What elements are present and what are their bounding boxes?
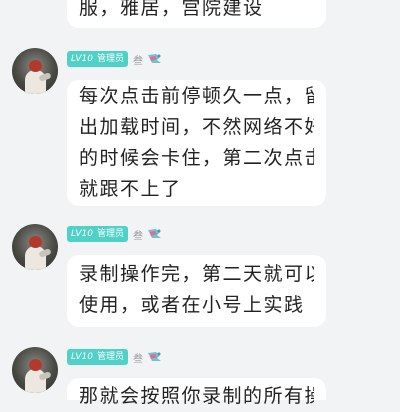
badge-role: 管理员 xyxy=(96,229,124,239)
avatar[interactable] xyxy=(12,347,58,393)
avatar[interactable] xyxy=(12,224,58,270)
message-meta: LV10 管理员 叁 xyxy=(67,349,163,365)
message-line: 的时候会卡住，第二次点击 xyxy=(79,147,314,169)
level-badge: LV10 管理员 xyxy=(67,226,128,242)
message-bubble[interactable]: 每次点击前停顿久一点，留 出加载时间，不然网络不好 的时候会卡住，第二次点击 就… xyxy=(67,80,326,206)
message-line: 每次点击前停顿久一点，留 xyxy=(79,85,314,107)
message-line: 那就会按照你录制的所有操 xyxy=(79,385,314,407)
message-bubble[interactable]: 那就会按照你录制的所有操 xyxy=(67,378,326,407)
message-line: 使用，或者在小号上实践 xyxy=(79,294,305,316)
level-badge: LV10 管理员 xyxy=(67,51,128,67)
message-line: 就跟不上了 xyxy=(79,178,182,200)
badge-role: 管理员 xyxy=(96,352,124,362)
chat-area[interactable]: 服，雅居，宫院建设 LV10 管理员 叁 每次点击前停顿久一点，留 出加载时间，… xyxy=(0,0,400,407)
level-badge: LV10 管理员 xyxy=(67,349,128,365)
badge-level: LV10 xyxy=(71,352,93,362)
message-bubble[interactable]: 服，雅居，宫院建设 xyxy=(67,0,326,28)
badge-level: LV10 xyxy=(71,54,93,64)
flag-icon xyxy=(147,228,163,240)
badge-role: 管理员 xyxy=(96,54,124,64)
message-bubble[interactable]: 录制操作完，第二天就可以 使用，或者在小号上实践 xyxy=(67,255,326,327)
flag-icon xyxy=(147,351,163,363)
message-meta: LV10 管理员 叁 xyxy=(67,51,163,67)
username[interactable]: 叁 xyxy=(133,227,143,242)
message-meta: LV10 管理员 叁 xyxy=(67,226,163,242)
message-line: 服，雅居，宫院建设 xyxy=(79,0,264,19)
message-line: 出加载时间，不然网络不好 xyxy=(79,116,314,138)
username[interactable]: 叁 xyxy=(133,350,143,365)
avatar[interactable] xyxy=(12,48,58,94)
flag-icon xyxy=(147,53,163,65)
username[interactable]: 叁 xyxy=(133,52,143,67)
message-line: 录制操作完，第二天就可以 xyxy=(79,263,314,285)
badge-level: LV10 xyxy=(71,229,93,239)
